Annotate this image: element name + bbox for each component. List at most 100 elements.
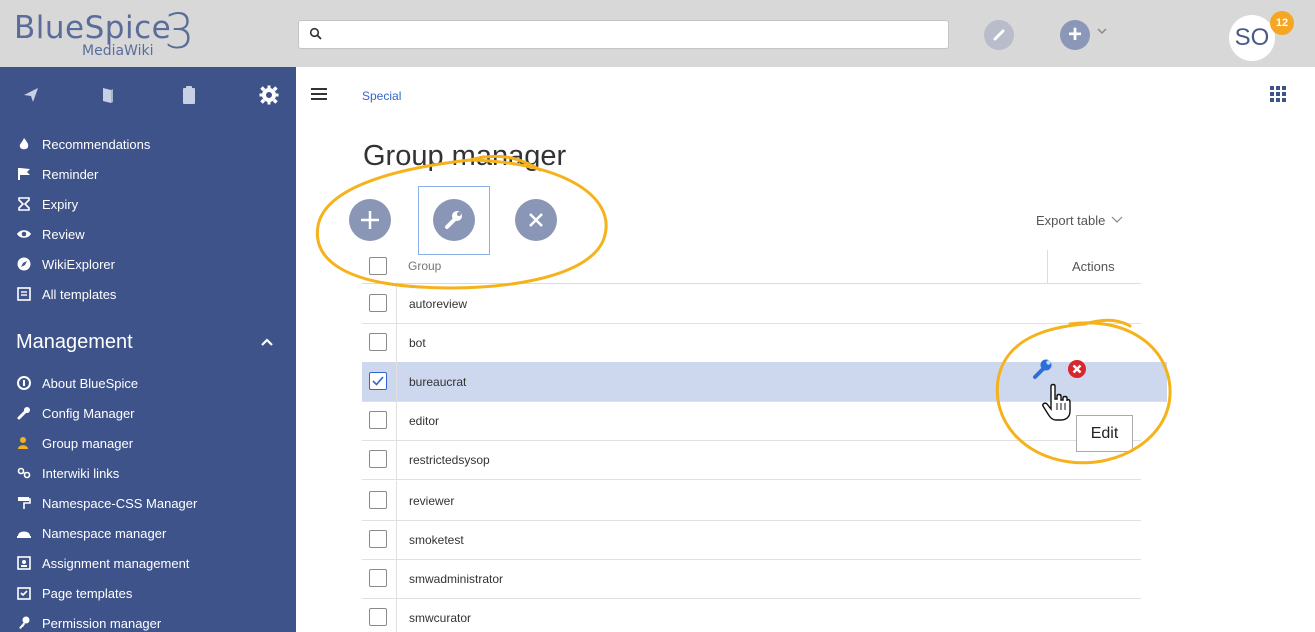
namespace-icon: [17, 531, 31, 538]
logo-text: BlueSpice: [14, 10, 172, 46]
sidebar-item-assignment-management[interactable]: Assignment management: [16, 552, 189, 574]
row-checkbox[interactable]: [369, 608, 387, 626]
sidebar-item-reminder[interactable]: Reminder: [16, 163, 98, 185]
bluespice-logo[interactable]: BlueSpice MediaWiki 3: [14, 4, 204, 64]
column-header-actions: Actions: [1072, 259, 1115, 274]
users-icon: [18, 437, 28, 449]
select-all-checkbox[interactable]: [369, 257, 387, 275]
table-row[interactable]: smwcurator: [362, 598, 1141, 632]
sidebar-item-expiry[interactable]: Expiry: [16, 193, 78, 215]
row-checkbox[interactable]: [369, 294, 387, 312]
export-table-button[interactable]: Export table: [1036, 213, 1105, 228]
search-input[interactable]: [298, 20, 949, 49]
top-bar: BlueSpice MediaWiki 3 + SO 12: [0, 0, 1315, 67]
book-icon[interactable]: [97, 84, 119, 106]
hand-cursor-icon: [1042, 383, 1071, 421]
sidebar-item-label: Config Manager: [42, 405, 135, 421]
table-row[interactable]: editor: [362, 401, 1141, 441]
hamburger-menu-icon[interactable]: [310, 86, 328, 102]
table-row[interactable]: smoketest: [362, 520, 1141, 560]
row-divider: [396, 481, 397, 521]
sidebar-item-review[interactable]: Review: [16, 223, 85, 245]
sidebar-item-page-templates[interactable]: Page templates: [16, 582, 132, 604]
edit-page-button[interactable]: [984, 20, 1014, 50]
row-checkbox[interactable]: [369, 333, 387, 351]
sidebar-item-label: Review: [42, 226, 85, 242]
group-name: smoketest: [409, 533, 464, 547]
plus-icon: [361, 211, 379, 229]
table-row[interactable]: bot: [362, 323, 1141, 363]
row-checkbox[interactable]: [369, 530, 387, 548]
sidebar-item-group-manager[interactable]: Group manager: [16, 432, 133, 454]
row-divider: [396, 323, 397, 363]
sidebar-item-permission-manager[interactable]: Permission manager: [16, 612, 161, 632]
sidebar-item-label: About BlueSpice: [42, 375, 139, 391]
management-section-title[interactable]: Management: [16, 331, 133, 354]
group-name: bureaucrat: [409, 375, 467, 389]
sidebar-item-namespace-css-manager[interactable]: Namespace-CSS Manager: [16, 492, 197, 514]
group-name: reviewer: [409, 494, 455, 508]
sidebar-item-wikiexplorer[interactable]: WikiExplorer: [16, 253, 115, 275]
sidebar-item-label: Group manager: [42, 435, 134, 451]
row-actions: [1030, 356, 1090, 382]
table-row[interactable]: reviewer: [362, 481, 1141, 521]
wrench-icon: [17, 407, 30, 420]
notification-badge[interactable]: 12: [1270, 11, 1294, 35]
hourglass-icon: [18, 197, 30, 211]
clipboard-icon[interactable]: [178, 84, 200, 106]
navigation-icon[interactable]: [20, 84, 42, 106]
sidebar-item-label: Namespace-CSS Manager: [42, 495, 198, 511]
row-checkbox[interactable]: [369, 569, 387, 587]
wrench-icon[interactable]: [1030, 356, 1056, 382]
tooltip: Edit: [1076, 415, 1133, 452]
add-group-button[interactable]: [349, 199, 391, 241]
row-checkbox[interactable]: [369, 411, 387, 429]
sidebar-item-interwiki-links[interactable]: Interwiki links: [16, 462, 119, 484]
breadcrumb[interactable]: Special: [362, 89, 401, 103]
sidebar-item-label: Interwiki links: [42, 465, 120, 481]
sidebar-tabs: [0, 67, 296, 123]
edit-group-button[interactable]: [433, 199, 475, 241]
delete-icon[interactable]: [1066, 358, 1088, 380]
row-checkbox[interactable]: [369, 491, 387, 509]
close-icon: [529, 213, 543, 227]
apps-grid-icon[interactable]: [1269, 85, 1287, 103]
table-row[interactable]: smwadministrator: [362, 559, 1141, 599]
row-checkbox[interactable]: [369, 450, 387, 468]
table-header: Group Actions: [362, 246, 1141, 284]
sidebar-item-namespace-manager[interactable]: Namespace manager: [16, 522, 166, 544]
row-checkbox-checked[interactable]: [369, 372, 387, 390]
chevron-down-icon[interactable]: [1111, 216, 1123, 224]
logo-number: 3: [164, 4, 195, 60]
group-name: editor: [409, 414, 440, 428]
user-avatar[interactable]: SO: [1229, 15, 1275, 61]
sidebar-item-about-bluespice[interactable]: About BlueSpice: [16, 372, 138, 394]
gear-icon[interactable]: [258, 84, 280, 106]
sidebar-item-recommendations[interactable]: Recommendations: [16, 133, 150, 155]
logo-subtext: MediaWiki: [82, 43, 154, 59]
flag-icon: [18, 168, 30, 180]
row-divider: [396, 520, 397, 560]
eye-icon: [17, 230, 31, 238]
pencil-icon: [993, 29, 1005, 41]
table-row[interactable]: autoreview: [362, 284, 1141, 324]
paint-roller-icon: [18, 497, 31, 509]
page-title: Group manager: [363, 140, 567, 172]
group-name: bot: [409, 336, 426, 350]
group-name: smwadministrator: [409, 572, 504, 586]
chevron-down-icon[interactable]: [1097, 27, 1107, 35]
delete-group-button[interactable]: [515, 199, 557, 241]
create-new-button[interactable]: +: [1060, 20, 1090, 50]
group-name: smwcurator: [409, 611, 472, 625]
sidebar-item-label: Recommendations: [42, 136, 151, 152]
row-divider: [396, 559, 397, 599]
sidebar-item-label: Assignment management: [42, 555, 190, 571]
sidebar-item-all-templates[interactable]: All templates: [16, 283, 116, 305]
sidebar-item-label: All templates: [42, 286, 117, 302]
column-header-group[interactable]: Group: [408, 259, 441, 273]
sidebar-item-config-manager[interactable]: Config Manager: [16, 402, 135, 424]
row-divider: [396, 284, 397, 324]
wrench-icon: [445, 211, 462, 229]
chevron-up-icon[interactable]: [260, 335, 274, 349]
table-row[interactable]: restrictedsysop: [362, 440, 1141, 480]
